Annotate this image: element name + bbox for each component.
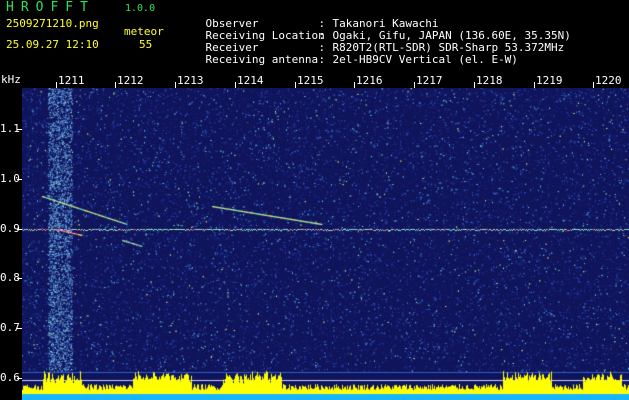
- app-title: HROFFT: [6, 0, 95, 15]
- header-panel: HROFFT 1.0.0 2509271210.png 25.09.27 12:…: [0, 0, 629, 74]
- x-tick-label: 1214: [237, 74, 264, 87]
- x-tick-label: 1213: [177, 74, 204, 87]
- event-type-label: meteor: [124, 25, 164, 38]
- x-tick-label: 1211: [58, 74, 85, 87]
- app-version: 1.0.0: [125, 3, 156, 14]
- x-tick-label: 1212: [117, 74, 144, 87]
- info-key: Receiving antenna: [205, 53, 319, 66]
- x-axis-ticks: 1211 1212 1213 1214 1215 1216 1217 1218 …: [22, 74, 629, 88]
- x-tick-label: 1218: [476, 74, 503, 87]
- info-sep: :: [318, 53, 326, 66]
- x-tick-label: 1215: [297, 74, 324, 87]
- y-axis-labels: 1.1 1.0 0.9 0.8 0.7 0.6: [0, 88, 22, 400]
- spectrogram-plot: [22, 88, 629, 400]
- x-tick-label: 1217: [416, 74, 443, 87]
- x-tick-label: 1220: [595, 74, 622, 87]
- y-axis-unit: kHz: [1, 73, 21, 86]
- x-tick-label: 1216: [356, 74, 383, 87]
- timestamp: 25.09.27 12:10: [6, 38, 99, 51]
- event-count: 55: [139, 38, 153, 51]
- file-name: 2509271210.png: [6, 17, 99, 30]
- spectrogram-canvas: [22, 88, 629, 400]
- x-tick-label: 1219: [536, 74, 563, 87]
- info-value: 2el-HB9CV Vertical (el. E-W): [332, 53, 518, 66]
